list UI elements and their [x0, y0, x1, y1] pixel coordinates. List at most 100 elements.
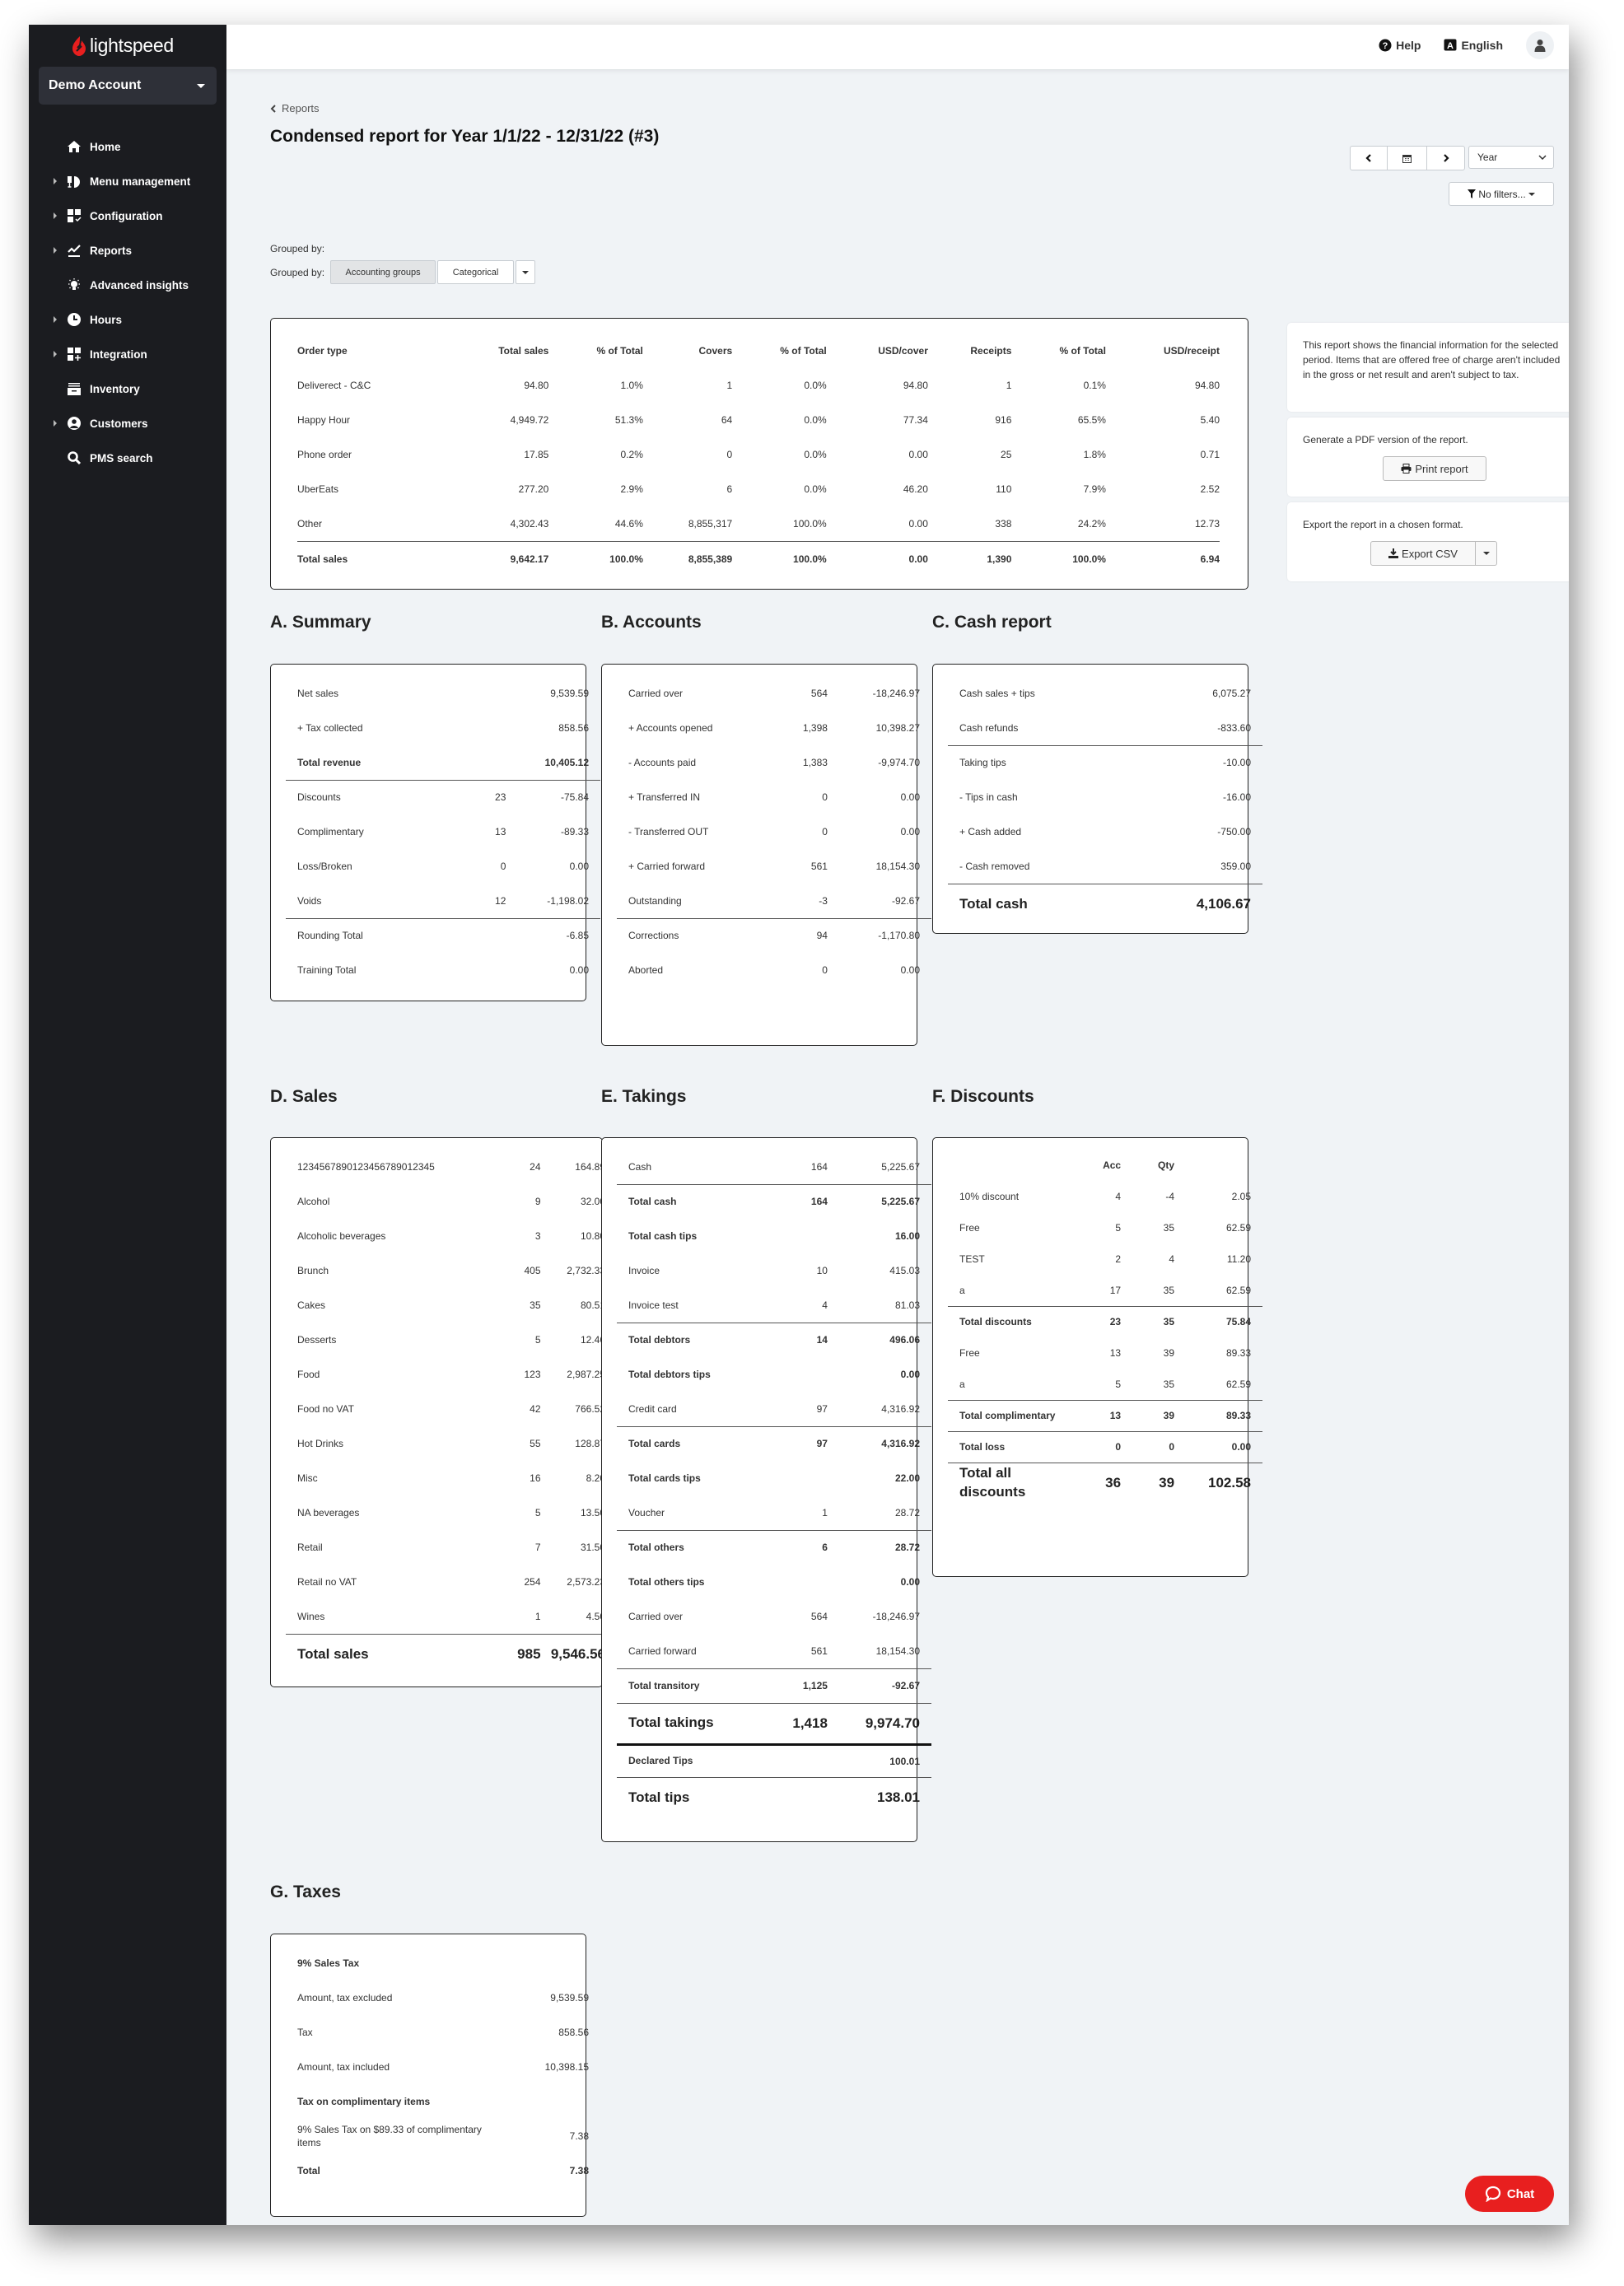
- table-row: Total cards 97 4,316.92: [617, 1425, 931, 1461]
- export-format-dropdown[interactable]: [1476, 541, 1497, 566]
- row-value: 100.01: [827, 1742, 931, 1777]
- sidebar-item-menu-management[interactable]: Menu management: [29, 164, 226, 198]
- print-report-button[interactable]: Print report: [1383, 456, 1486, 481]
- row-label: - Tips in cash: [959, 791, 1018, 803]
- pdf-description: Generate a PDF version of the report.: [1303, 434, 1468, 446]
- table-cell: 2.9%: [620, 483, 643, 495]
- export-csv-button[interactable]: Export CSV: [1370, 541, 1476, 566]
- row-value: 22.00: [894, 1472, 920, 1484]
- table-cell: 0.00: [908, 517, 928, 530]
- expand-arrow-icon[interactable]: [54, 247, 57, 254]
- row-label: Invoice: [628, 1264, 660, 1276]
- group-accounting-groups-button[interactable]: Accounting groups: [330, 260, 436, 284]
- table-row: Total cash 4,106.67: [948, 883, 1262, 925]
- table-cell: 110: [996, 483, 1012, 495]
- table-row: Free 5 35 62.59: [948, 1212, 1262, 1243]
- table-row: - Accounts paid 1,383 -9,974.70: [617, 745, 931, 780]
- row-value: [506, 1946, 600, 1980]
- row-label: Taking tips: [948, 744, 1137, 780]
- row-label: Total others: [617, 1529, 758, 1565]
- row-qty: 16: [530, 1472, 541, 1484]
- row-qty: 0: [500, 861, 506, 872]
- language-selector[interactable]: A English: [1444, 39, 1503, 52]
- chat-bubble-icon: [1485, 2186, 1500, 2202]
- sidebar-item-reports[interactable]: Reports: [29, 233, 226, 268]
- sidebar-item-label: Menu management: [90, 175, 191, 188]
- breadcrumb-reports: Reports: [282, 102, 320, 114]
- row-value: 10,405.12: [544, 756, 589, 768]
- previous-period-button[interactable]: [1351, 147, 1388, 170]
- sidebar-item-configuration[interactable]: Configuration: [29, 198, 226, 233]
- period-select-value: Year: [1477, 152, 1498, 163]
- language-icon: A: [1444, 39, 1457, 51]
- account-selector[interactable]: Demo Account: [39, 67, 217, 105]
- row-value: 62.59: [1225, 1222, 1251, 1234]
- user-menu-button[interactable]: [1526, 31, 1554, 59]
- total-row: Total sales 9,642.17 100.0% 8,855,389 100.0%…: [297, 540, 1220, 576]
- svg-text:?: ?: [1383, 41, 1388, 51]
- expand-arrow-icon[interactable]: [54, 212, 57, 219]
- table-row: Amount, tax excluded 9,539.59: [286, 1980, 600, 2015]
- row-qty: 985: [501, 1633, 541, 1675]
- row-label: 1234567890123456789012345: [297, 1160, 435, 1173]
- table-row: Total cash 164 5,225.67: [617, 1183, 931, 1219]
- expand-arrow-icon[interactable]: [54, 178, 57, 184]
- sidebar-item-label: Integration: [90, 348, 147, 361]
- row-label: Total others tips: [628, 1575, 705, 1588]
- row-label: Voids: [297, 894, 322, 907]
- sidebar-item-integration[interactable]: Integration: [29, 337, 226, 371]
- expand-arrow-icon[interactable]: [54, 420, 57, 427]
- page-title: Condensed report for Year 1/1/22 - 12/31…: [270, 127, 660, 146]
- table-row: 9% Sales Tax: [286, 1946, 600, 1980]
- column-header: Total sales: [498, 345, 549, 357]
- sidebar-item-label: Hours: [90, 313, 123, 326]
- row-value: 0.00: [900, 964, 920, 976]
- row-label: + Carried forward: [628, 860, 706, 872]
- next-period-button[interactable]: [1427, 147, 1464, 170]
- row-label: Net sales: [297, 687, 339, 699]
- table-row: Total debtors tips 0.00: [617, 1357, 931, 1392]
- row-value: 9,539.59: [550, 1992, 589, 2004]
- table-cell: Total sales: [297, 540, 447, 576]
- filters-button[interactable]: No filters...: [1449, 182, 1554, 206]
- row-label: 9% Sales Tax on $89.33 of complimentary …: [297, 2123, 482, 2148]
- order-type-name: Phone order: [297, 449, 352, 460]
- row-qty: 35: [1121, 1305, 1175, 1337]
- sidebar-item-hours[interactable]: Hours: [29, 302, 226, 337]
- table-cell: 5.40: [1200, 414, 1220, 426]
- row-acc: 23: [1067, 1305, 1122, 1337]
- table-row: Carried forward 561 18,154.30: [617, 1634, 931, 1668]
- takings-table: Cash 164 5,225.67 Total cash 164 5,225.67 Tota…: [617, 1150, 931, 1818]
- order-type-table: Order type Total sales % of Total Covers % o…: [297, 334, 1220, 576]
- expand-arrow-icon[interactable]: [54, 316, 57, 323]
- lightspeed-logo[interactable]: lightspeed: [72, 35, 174, 57]
- chevron-right-icon: [1443, 154, 1449, 162]
- chevron-left-icon: [270, 104, 276, 113]
- group-categorical-button[interactable]: Categorical: [437, 260, 515, 284]
- expand-arrow-icon[interactable]: [54, 351, 57, 357]
- breadcrumb[interactable]: Reports: [270, 102, 320, 114]
- calendar-button[interactable]: [1388, 147, 1427, 170]
- sidebar-item-inventory[interactable]: Inventory: [29, 371, 226, 406]
- table-row: 10% discount 4 -4 2.05: [948, 1181, 1262, 1212]
- table-row: Free 13 39 89.33: [948, 1337, 1262, 1369]
- row-label: Voucher: [628, 1506, 665, 1519]
- row-qty: [443, 745, 506, 780]
- row-value: 359.00: [1220, 860, 1251, 872]
- row-label: - Cash removed: [959, 860, 1030, 872]
- sidebar-item-home[interactable]: Home: [29, 129, 226, 164]
- sidebar-item-pms-search[interactable]: PMS search: [29, 441, 226, 475]
- row-label: TEST: [959, 1253, 985, 1265]
- help-link[interactable]: ? Help: [1379, 39, 1421, 52]
- cash-report-table: Cash sales + tips 6,075.27 Cash refunds -83…: [948, 676, 1262, 925]
- row-label: Total cards tips: [628, 1472, 701, 1484]
- sidebar-item-customers[interactable]: Customers: [29, 406, 226, 441]
- sidebar-item-advanced-insights[interactable]: Advanced insights: [29, 268, 226, 302]
- row-label: Total cash tips: [628, 1229, 698, 1242]
- row-label: Food no VAT: [297, 1402, 354, 1415]
- group-options-dropdown[interactable]: [516, 260, 536, 284]
- table-row: + Carried forward 561 18,154.30: [617, 849, 931, 884]
- sidebar-item-label: Advanced insights: [90, 278, 189, 292]
- chat-button[interactable]: Chat: [1465, 2176, 1554, 2212]
- period-select[interactable]: Year: [1468, 146, 1554, 169]
